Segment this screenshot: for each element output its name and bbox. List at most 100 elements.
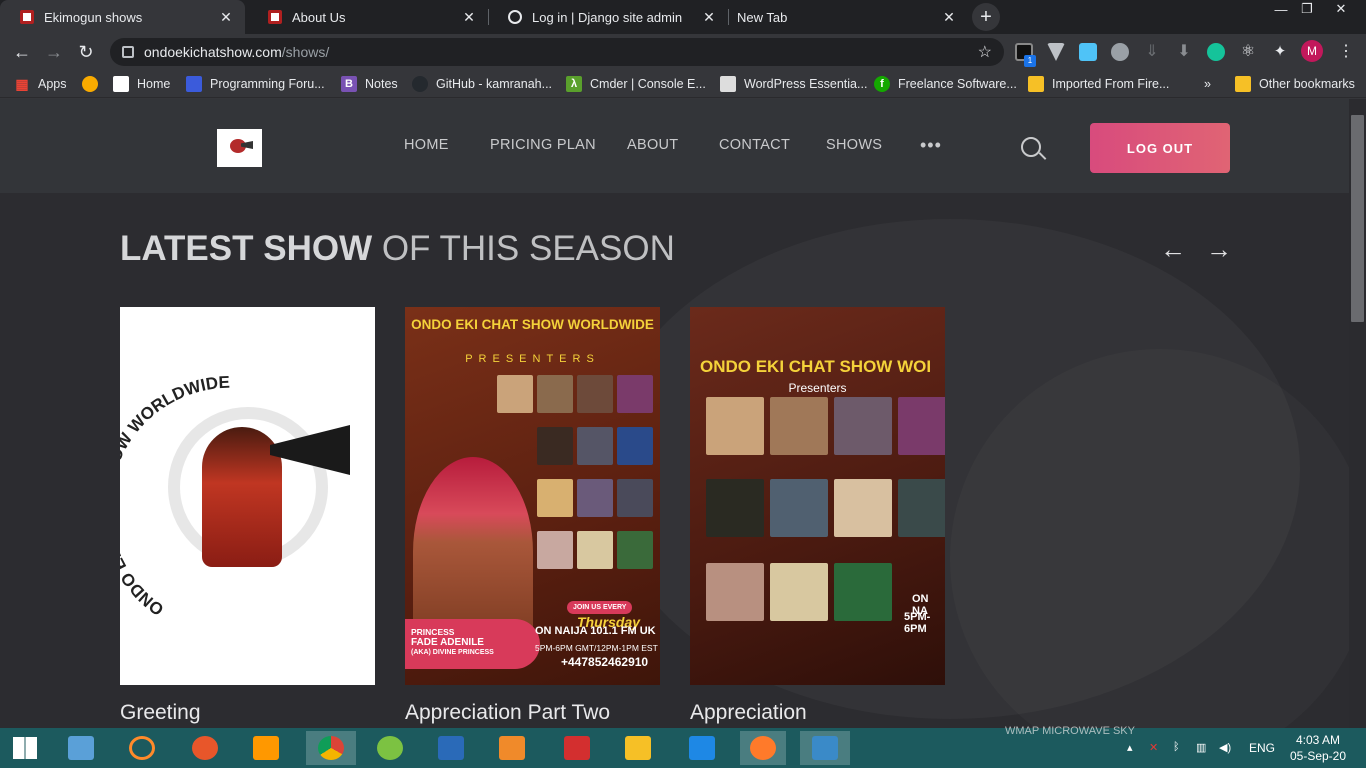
download-icon[interactable]: ⇓ [1143,43,1161,61]
close-icon[interactable]: ✕ [460,9,478,26]
show-card-appreciation[interactable]: ONDO EKI CHAT SHOW WOI Presenters ON NA … [690,307,945,685]
vue-devtools-icon[interactable] [1047,43,1065,61]
nav-pricing-plan[interactable]: PRICING PLAN [490,137,596,153]
close-icon[interactable]: ✕ [940,9,958,26]
carousel-next-arrow-icon[interactable]: → [1206,234,1232,265]
section-title: LATEST SHOW OF THIS SEASON [120,229,675,269]
back-arrow-icon[interactable]: ← [10,40,34,64]
site-logo[interactable] [217,129,262,167]
bluetooth-icon[interactable]: ᛒ [1173,741,1180,753]
show-caption[interactable]: Appreciation [690,701,807,725]
scrollbar-thumb[interactable] [1351,115,1364,322]
search-icon[interactable] [1021,137,1041,157]
taskbar-app-icon[interactable] [740,731,786,765]
new-tab-button[interactable]: + [972,3,1000,31]
extensions-puzzle-icon[interactable]: ✦ [1271,43,1289,61]
reload-icon[interactable]: ↻ [74,40,98,64]
carousel-prev-arrow-icon[interactable]: ← [1160,234,1186,265]
bookmark-label: WordPress Essentia... [744,77,868,91]
nav-contact[interactable]: CONTACT [719,137,790,153]
forward-arrow-icon[interactable]: → [42,40,66,64]
nav-home[interactable]: HOME [404,137,449,153]
file-explorer-icon[interactable] [618,731,658,765]
vscode-icon[interactable] [682,731,722,765]
bookmark-bee[interactable] [82,74,106,94]
presenter-photo [617,375,653,413]
minimize-icon[interactable]: — [1268,0,1294,18]
menu-kebab-icon[interactable]: ⋮ [1338,41,1354,61]
show-caption[interactable]: Appreciation Part Two [405,701,610,725]
chrome-icon[interactable] [306,731,356,765]
logout-button[interactable]: LOG OUT [1090,123,1230,173]
bookmark-notes[interactable]: B Notes [341,74,398,94]
taskbar-app-icon[interactable] [370,731,410,765]
firefox-icon[interactable] [185,731,225,765]
bookmark-programming-forum[interactable]: Programming Foru... [186,74,325,94]
presenter-photo [706,479,764,537]
bookmarks-overflow-button[interactable]: » [1204,74,1211,94]
pdf-icon[interactable] [557,731,597,765]
restore-icon[interactable]: ❐ [1294,0,1320,18]
poster-presenter-name: FADE ADENILE [411,637,484,648]
taskbar-app-icon[interactable] [122,731,162,765]
bookmark-imported[interactable]: Imported From Fire... [1028,74,1169,94]
media-player-icon[interactable] [492,731,532,765]
show-card-appreciation-part-two[interactable]: ONDO EKI CHAT SHOW WORLDWIDE PRESENTERS … [405,307,660,685]
taskbar-app-icon[interactable] [800,731,850,765]
tab-new-tab[interactable]: New Tab ✕ [728,0,968,34]
bookmark-home[interactable]: Home [113,74,170,94]
system-clock[interactable]: 4:03 AM 05-Sep-20 [1288,732,1348,764]
bookmark-other[interactable]: Other bookmarks [1235,74,1355,94]
more-menu-icon[interactable]: ••• [920,135,942,156]
presenter-photo [577,375,613,413]
presenter-photo [537,375,573,413]
bookmark-github[interactable]: GitHub - kamranah... [412,74,552,94]
presenter-photo [770,563,828,621]
clock-time: 4:03 AM [1295,733,1341,747]
presenter-photo [617,479,653,517]
bookmark-freelance[interactable]: f Freelance Software... [874,74,1017,94]
bookmarks-bar: ▦ Apps Home Programming Foru... B Notes … [0,70,1366,98]
nav-about[interactable]: ABOUT [627,137,678,153]
tab-django-admin[interactable]: Log in | Django site admin ✕ [488,0,728,34]
close-icon[interactable]: ✕ [217,9,235,26]
clock-date: 05-Sep-20 [1289,749,1347,763]
download-arrow-icon[interactable]: ⬇ [1175,43,1193,61]
volume-icon[interactable]: ◀) [1219,741,1231,754]
image-extension-icon[interactable] [1079,43,1097,61]
cmder-icon: λ [566,76,582,92]
grammarly-icon[interactable] [1207,43,1225,61]
language-indicator[interactable]: ENG [1249,741,1275,755]
tab-ekimogun-shows[interactable]: Ekimogun shows ✕ [0,0,245,34]
window-close-icon[interactable]: ✕ [1328,0,1354,18]
tray-chevron-icon[interactable]: ▴ [1127,741,1133,754]
show-caption[interactable]: Greeting [120,701,201,725]
presenter-photo [617,427,653,465]
react-icon[interactable]: ⚛ [1239,43,1257,61]
poster-time: 5PM-6PM [904,611,931,635]
bookmark-wordpress[interactable]: WordPress Essentia... [720,74,867,94]
start-windows-icon[interactable] [5,731,45,765]
powershell-icon[interactable] [431,731,471,765]
tab-about-us[interactable]: About Us ✕ [248,0,488,34]
presenter-photo [537,427,573,465]
presenter-photo [537,479,573,517]
tray-network-icon[interactable]: ✕ [1149,741,1158,754]
glasses-extension-icon[interactable] [1111,43,1129,61]
presenter-photo [706,563,764,621]
address-bar[interactable]: ondoekichatshow.com/shows/ ☆ [110,38,1004,66]
nav-shows[interactable]: SHOWS [826,137,882,153]
bookmark-star-icon[interactable]: ☆ [978,42,992,62]
folder-icon [1235,76,1251,92]
profile-avatar[interactable]: M [1301,40,1323,62]
wifi-icon[interactable]: ▥ [1196,741,1206,754]
bookmark-cmder[interactable]: λ Cmder | Console E... [566,74,706,94]
show-card-greeting[interactable]: ONDO EKI CHAT SHOW WORLDWIDE [120,307,375,685]
globe-icon [508,10,522,24]
bookmark-label: Apps [38,77,67,91]
bookmark-apps[interactable]: ▦ Apps [14,74,67,94]
close-icon[interactable]: ✕ [700,9,718,26]
sublime-icon[interactable] [246,731,286,765]
taskbar-app-icon[interactable] [61,731,101,765]
presenter-photo [770,479,828,537]
